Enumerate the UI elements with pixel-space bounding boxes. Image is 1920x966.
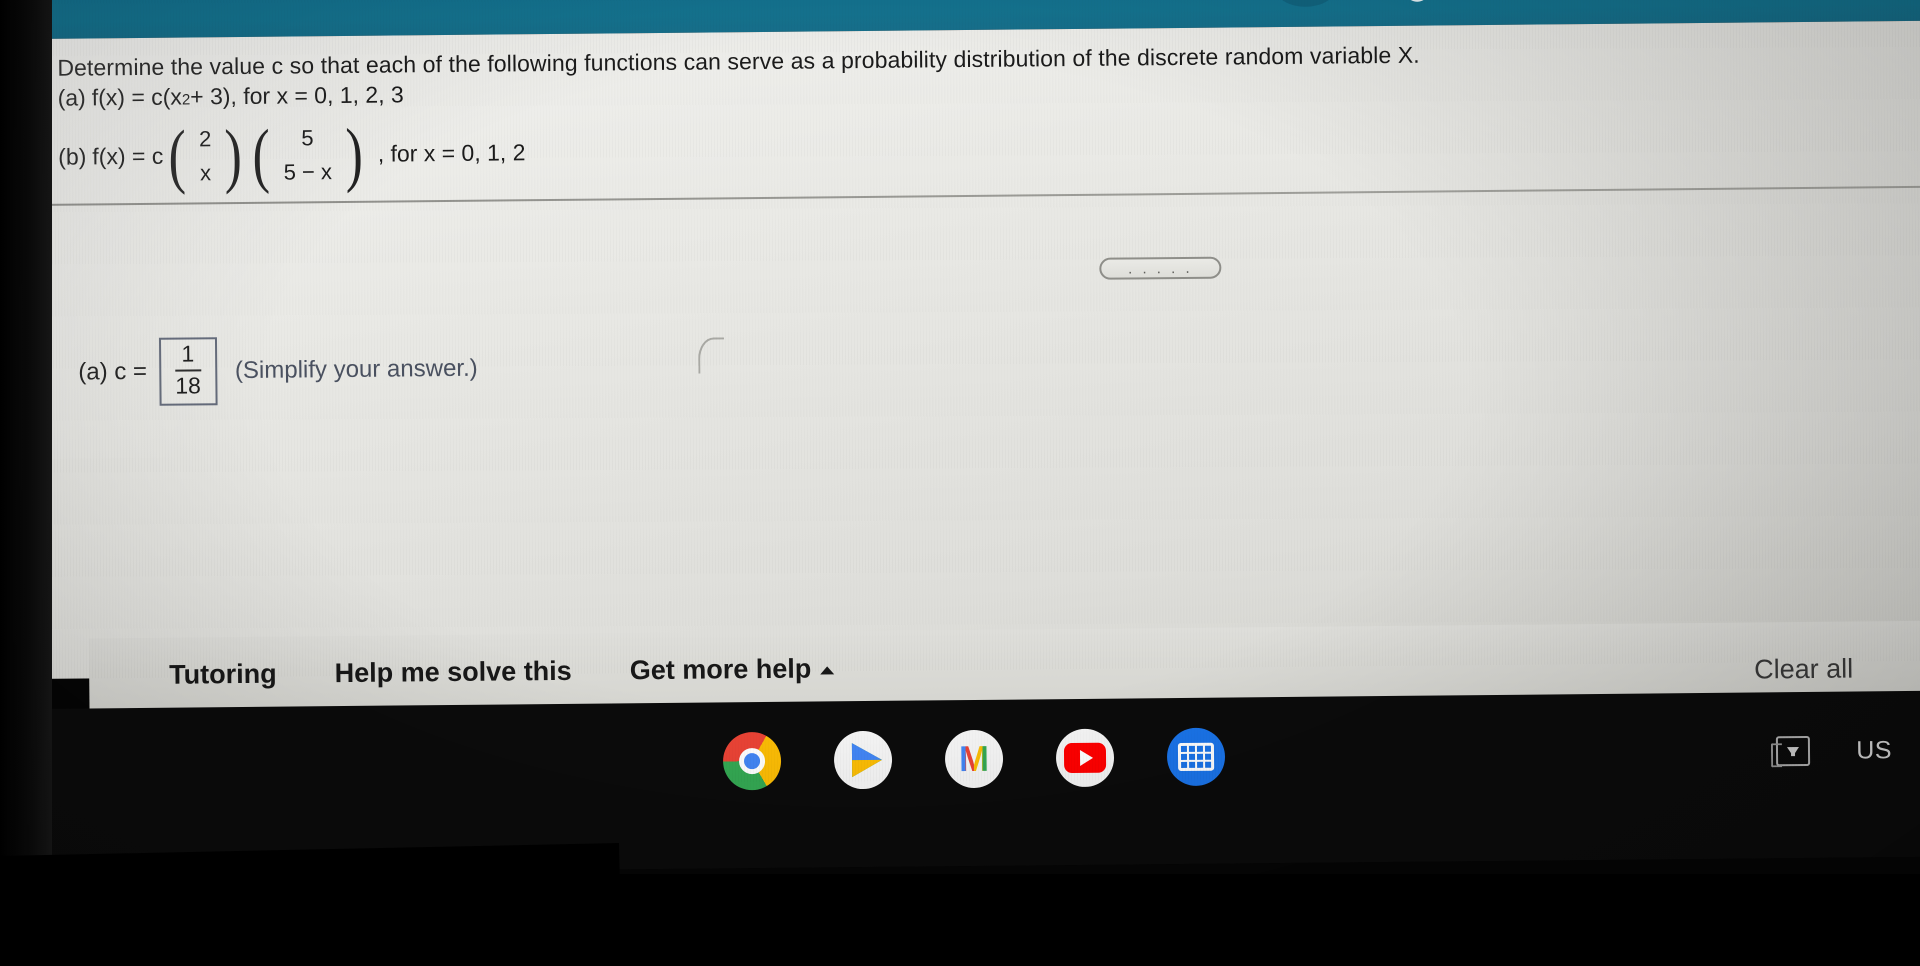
help-me-solve-this-label: Help me solve this bbox=[334, 655, 572, 689]
keyboard-locale-indicator[interactable]: US bbox=[1856, 736, 1892, 765]
header-decoration bbox=[1274, 0, 1337, 8]
binom2-bottom: 5 − x bbox=[283, 159, 333, 185]
calculator-icon[interactable] bbox=[1166, 727, 1226, 787]
help-me-solve-this-button[interactable]: Help me solve this bbox=[335, 656, 572, 689]
tutoring-button[interactable]: Tutoring bbox=[169, 659, 277, 691]
section-divider bbox=[44, 185, 1920, 206]
clear-all-button[interactable]: Clear all bbox=[1754, 654, 1853, 686]
more-options-ellipsis-button[interactable]: . . . . . bbox=[1099, 256, 1222, 280]
part-b-label: (b) bbox=[58, 143, 87, 171]
play-triangle-glyph bbox=[851, 742, 883, 778]
chromebook-screen: Part 1 of 2 Points: 0 of 1 Determine the… bbox=[0, 0, 1920, 876]
binomial-coefficient-1: ( 2 x ) bbox=[165, 115, 246, 197]
youtube-box-glyph bbox=[1063, 742, 1107, 774]
chrome-icon[interactable] bbox=[722, 731, 782, 791]
answer-numerator: 1 bbox=[181, 340, 195, 367]
photo-bezel-bottom bbox=[0, 874, 1920, 966]
exercise-body: Determine the value c so that each of th… bbox=[35, 20, 1920, 751]
part-a-expression: f(x) = c(x bbox=[91, 83, 182, 111]
part-a-exponent: 2 bbox=[181, 91, 191, 109]
binom2-top: 5 bbox=[301, 125, 314, 151]
part-a-expression-tail: + 3), for x = 0, 1, 2, 3 bbox=[190, 81, 404, 110]
taskbar: M US bbox=[0, 690, 1920, 876]
play-store-icon[interactable] bbox=[833, 730, 893, 790]
ellipsis-label: . . . . . bbox=[1127, 259, 1193, 277]
answer-denominator: 18 bbox=[175, 372, 202, 399]
problem-part-b: (b) f(x) = c ( 2 x ) ( 5 5 − x) , for x… bbox=[58, 114, 526, 197]
system-tray: US bbox=[1776, 735, 1892, 767]
left-paren-icon: ( bbox=[252, 115, 271, 196]
app-shelf: M bbox=[0, 721, 1920, 798]
calculator-keys-glyph bbox=[1177, 742, 1215, 772]
points-label: Points: 0 of 1 bbox=[1441, 0, 1592, 2]
screen-photo: Part 1 of 2 Points: 0 of 1 Determine the… bbox=[0, 0, 1920, 966]
gmail-m-glyph: M bbox=[958, 737, 990, 780]
youtube-icon[interactable] bbox=[1055, 728, 1115, 788]
tutoring-label: Tutoring bbox=[169, 658, 277, 690]
answer-input-fraction[interactable]: 1 18 bbox=[158, 337, 218, 406]
binom1-bottom: x bbox=[199, 160, 212, 186]
right-paren-icon: ) bbox=[224, 115, 243, 196]
answer-row: (a) c = 1 18 (Simplify your answer.) bbox=[78, 335, 478, 406]
answer-label: (a) c = bbox=[78, 357, 148, 386]
fraction-bar bbox=[174, 369, 201, 372]
right-paren-icon: ) bbox=[344, 114, 363, 195]
problem-prompt: Determine the value c so that each of th… bbox=[57, 41, 1420, 81]
download-arrow-glyph bbox=[1787, 746, 1800, 756]
clear-all-label: Clear all bbox=[1754, 653, 1854, 685]
part-b-prefix: f(x) = c bbox=[92, 143, 164, 170]
left-paren-icon: ( bbox=[168, 115, 187, 197]
binomial-coefficient-2: ( 5 5 − x ) bbox=[249, 114, 366, 196]
caret-up-icon bbox=[820, 666, 835, 675]
get-more-help-label: Get more help bbox=[629, 653, 812, 686]
part-a-label: (a) bbox=[57, 84, 86, 111]
get-more-help-button[interactable]: Get more help bbox=[630, 653, 835, 686]
mouse-cursor-artifact bbox=[697, 337, 725, 374]
part-b-suffix: , for x = 0, 1, 2 bbox=[377, 139, 526, 168]
chrome-center-dot bbox=[738, 747, 766, 775]
problem-part-a: (a) f(x) = c(x 2 + 3), for x = 0, 1, 2, 3 bbox=[58, 81, 404, 111]
binom1-top: 2 bbox=[198, 126, 212, 152]
play-triangle-glyph bbox=[1079, 749, 1094, 766]
points-display: Points: 0 of 1 bbox=[1404, 0, 1592, 3]
gmail-icon[interactable]: M bbox=[944, 729, 1004, 789]
answer-hint: (Simplify your answer.) bbox=[234, 354, 478, 384]
circle-icon bbox=[1404, 0, 1430, 2]
screen-capture-icon[interactable] bbox=[1776, 735, 1811, 767]
photo-bezel-left bbox=[0, 0, 52, 890]
